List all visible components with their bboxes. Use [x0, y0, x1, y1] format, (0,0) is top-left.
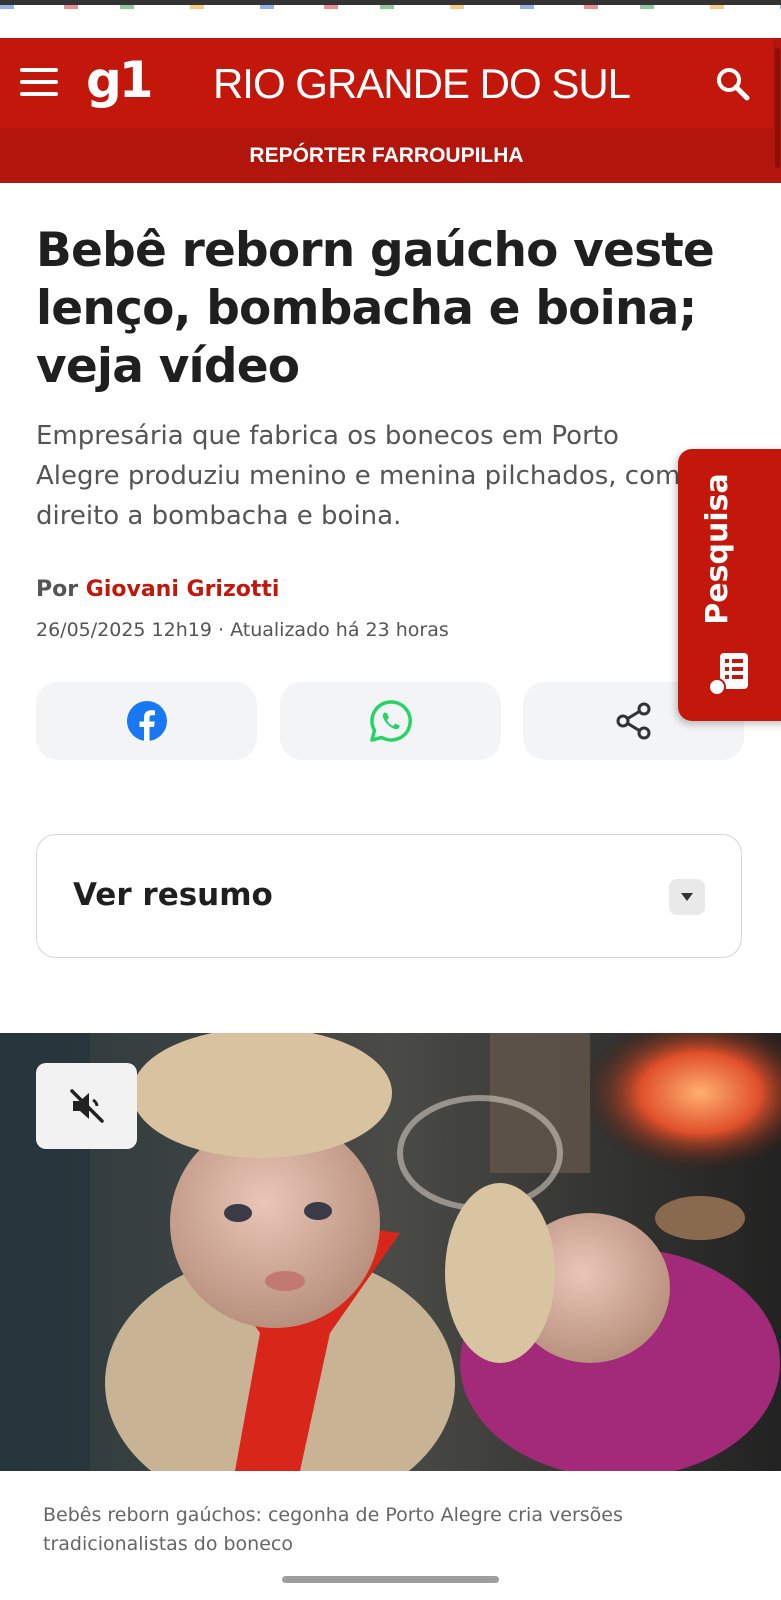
mute-button[interactable]	[36, 1063, 137, 1149]
home-indicator[interactable]	[282, 1576, 499, 1583]
survey-side-tab[interactable]: Pesquisa	[678, 449, 781, 721]
share-row	[36, 682, 746, 760]
video-caption: Bebês reborn gaúchos: cegonha de Porto A…	[43, 1504, 623, 1555]
survey-icon	[708, 653, 748, 696]
publish-date: 26/05/2025 12h19	[36, 619, 212, 641]
dateline: 26/05/2025 12h19 · Atualizado há 23 hora…	[36, 619, 449, 641]
muted-speaker-icon	[69, 1089, 104, 1123]
author-link[interactable]: Giovani Grizotti	[86, 577, 280, 602]
summary-label: Ver resumo	[73, 877, 273, 913]
browser-top-strip	[0, 0, 781, 38]
byline-prefix: Por	[36, 577, 79, 602]
updated-time: Atualizado há 23 horas	[230, 619, 449, 641]
article-subtitle: Empresária que fabrica os bonecos em Por…	[36, 421, 681, 531]
whatsapp-share-button[interactable]	[280, 682, 501, 760]
summary-toggle-button[interactable]	[669, 879, 705, 915]
facebook-icon	[126, 701, 167, 741]
scrollbar[interactable]	[773, 38, 781, 183]
share-icon	[616, 702, 650, 740]
summary-accordion[interactable]: Ver resumo	[36, 834, 742, 958]
search-button[interactable]	[713, 64, 753, 104]
video-player[interactable]	[0, 1033, 781, 1471]
caret-down-icon	[681, 893, 693, 901]
region-title: RIO GRANDE DO SUL	[212, 60, 631, 107]
byline: Por Giovani Grizotti	[36, 577, 279, 602]
facebook-share-button[interactable]	[36, 682, 257, 760]
app-header: g1 RIO GRANDE DO SUL	[0, 38, 773, 128]
article-headline: Bebê reborn gaúcho veste lenço, bombacha…	[36, 223, 715, 394]
whatsapp-icon	[369, 700, 412, 742]
search-icon	[717, 68, 750, 101]
date-separator: ·	[218, 619, 231, 641]
section-bar[interactable]: REPÓRTER FARROUPILHA	[0, 128, 773, 183]
survey-label: Pesquisa	[700, 473, 735, 625]
